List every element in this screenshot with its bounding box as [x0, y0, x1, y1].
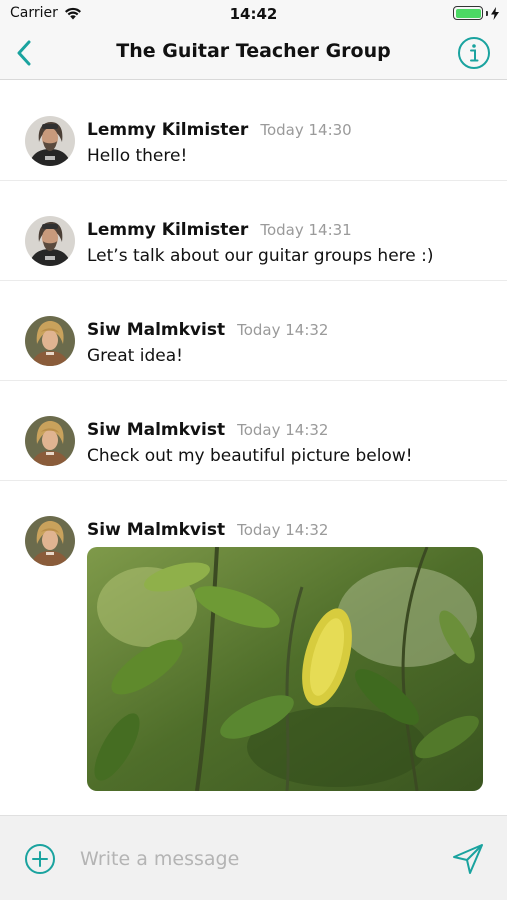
sender-name: Lemmy Kilmister [87, 120, 249, 140]
sender-name: Siw Malmkvist [87, 520, 226, 540]
sender-name: Lemmy Kilmister [87, 220, 249, 240]
leaves-photo-image [87, 547, 483, 791]
message-photo[interactable] [87, 547, 483, 791]
message-text: Let’s talk about our guitar groups here … [87, 246, 434, 266]
message-header: Siw Malmkvist Today 14:32 [87, 520, 328, 540]
avatar[interactable] [25, 116, 75, 166]
message-item: Siw Malmkvist Today 14:32 [0, 481, 507, 791]
status-bar: Carrier 14:42 [0, 0, 507, 28]
message-header: Siw Malmkvist Today 14:32 [87, 420, 328, 440]
message-list[interactable]: Lemmy Kilmister Today 14:30 Hello there!… [0, 81, 507, 815]
avatar-siw-image [25, 416, 75, 466]
message-text: Hello there! [87, 146, 188, 166]
battery-icon [453, 6, 483, 20]
plus-circle-icon [25, 844, 55, 874]
avatar-lemmy-image [25, 116, 75, 166]
message-item: Lemmy Kilmister Today 14:31 Let’s talk a… [0, 181, 507, 281]
avatar[interactable] [25, 316, 75, 366]
message-text: Check out my beautiful picture below! [87, 446, 413, 466]
avatar-lemmy-image [25, 216, 75, 266]
battery-tip [486, 10, 488, 16]
avatar-siw-image [25, 316, 75, 366]
message-header: Lemmy Kilmister Today 14:30 [87, 120, 352, 140]
sender-name: Siw Malmkvist [87, 320, 226, 340]
avatar[interactable] [25, 516, 75, 566]
back-button[interactable] [8, 36, 40, 70]
message-item: Siw Malmkvist Today 14:32 Check out my b… [0, 381, 507, 481]
message-header: Siw Malmkvist Today 14:32 [87, 320, 328, 340]
message-time: Today 14:32 [237, 421, 329, 439]
page-title: The Guitar Teacher Group [116, 40, 391, 62]
message-header: Lemmy Kilmister Today 14:31 [87, 220, 352, 240]
bolt-icon [491, 6, 499, 20]
status-right [453, 6, 499, 20]
status-time: 14:42 [229, 5, 278, 23]
message-item: Lemmy Kilmister Today 14:30 Hello there! [0, 81, 507, 181]
info-icon [458, 37, 490, 69]
message-text: Great idea! [87, 346, 183, 366]
message-composer [0, 815, 507, 900]
info-button[interactable] [457, 36, 491, 70]
nav-bar: The Guitar Teacher Group [0, 28, 507, 80]
message-input[interactable] [80, 844, 430, 874]
avatar-siw-image [25, 516, 75, 566]
avatar[interactable] [25, 416, 75, 466]
add-attachment-button[interactable] [24, 843, 56, 875]
message-time: Today 14:31 [260, 221, 352, 239]
message-time: Today 14:30 [260, 121, 352, 139]
send-button[interactable] [451, 842, 485, 876]
avatar[interactable] [25, 216, 75, 266]
message-item: Siw Malmkvist Today 14:32 Great idea! [0, 281, 507, 381]
message-time: Today 14:32 [237, 521, 329, 539]
message-time: Today 14:32 [237, 321, 329, 339]
sender-name: Siw Malmkvist [87, 420, 226, 440]
chevron-left-icon [17, 40, 31, 66]
send-icon [453, 844, 483, 874]
